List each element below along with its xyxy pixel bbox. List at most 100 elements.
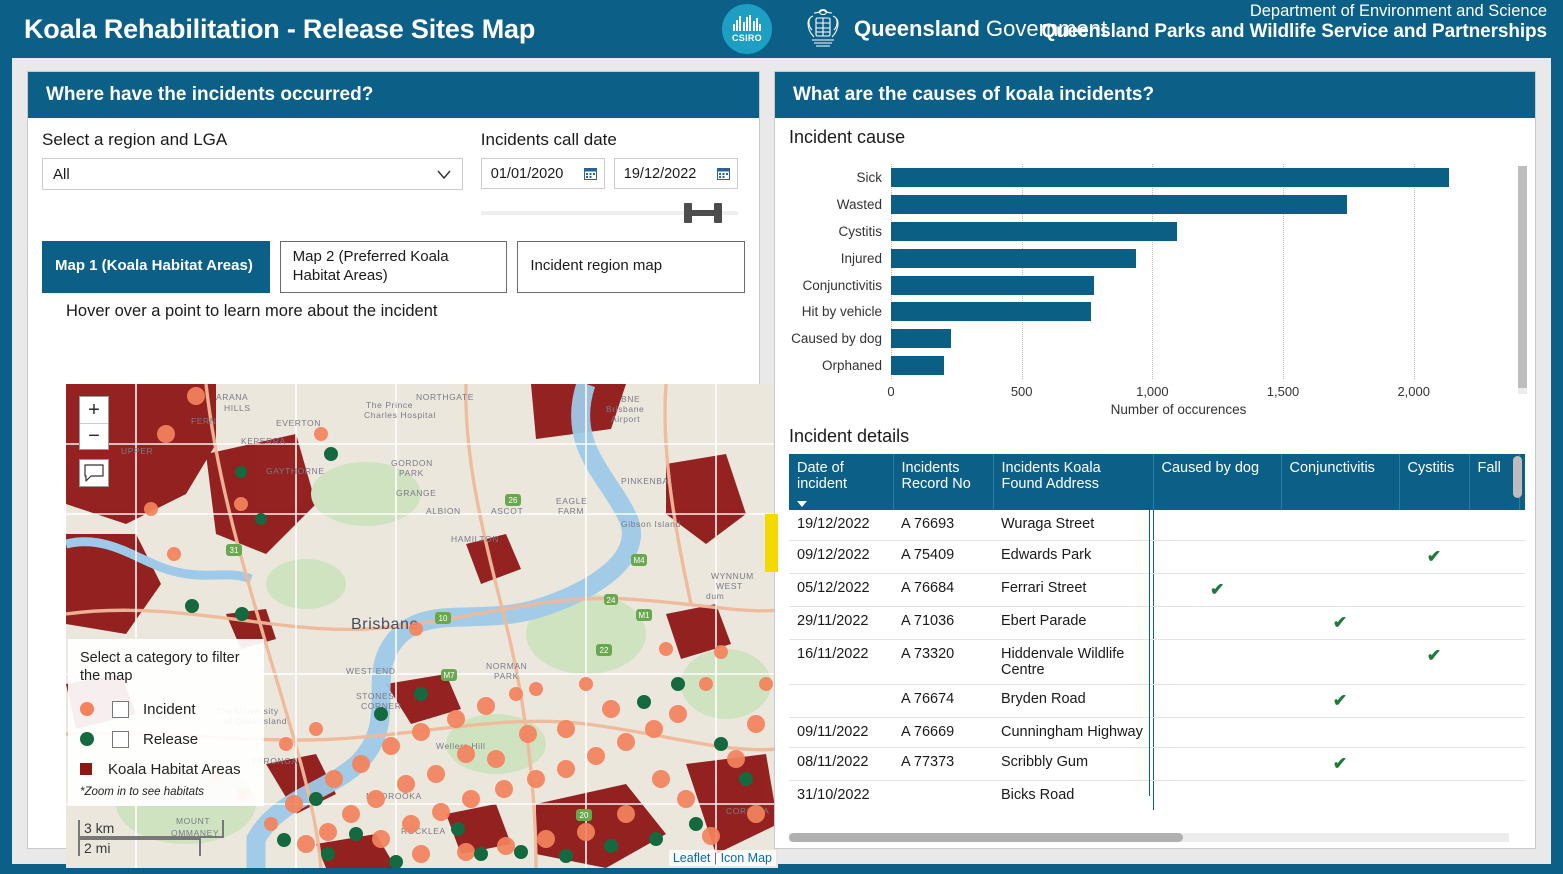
sort-descending-icon (797, 501, 807, 507)
icon-map-link[interactable]: Icon Map (721, 851, 772, 865)
table-cell-fall (1469, 573, 1519, 607)
chart-bar-row[interactable]: Cystitis (839, 218, 1466, 245)
table-cell-fall (1469, 747, 1519, 781)
chart-category-label: Conjunctivitis (802, 277, 882, 293)
table-row[interactable]: 29/11/2022 A 71036 Ebert Parade ✔ (789, 606, 1525, 640)
table-cell-address: Bicks Road (993, 780, 1153, 810)
table-row[interactable]: 09/12/2022 A 75409 Edwards Park ✔ (789, 540, 1525, 574)
causes-panel: What are the causes of koala incidents? … (774, 71, 1536, 849)
column-header-cystitis[interactable]: Cystitis (1399, 454, 1470, 510)
chart-bar-row[interactable]: Sick (856, 164, 1466, 191)
column-header-incidents-koala-found-address[interactable]: Incidents Koala Found Address (993, 454, 1154, 510)
department-name: Department of Environment and Science (1249, 2, 1547, 20)
svg-text:Airport: Airport (611, 414, 640, 424)
leaflet-link[interactable]: Leaflet (673, 851, 711, 865)
tab-map-2-preferred-koala-habitat-areas[interactable]: Map 2 (Preferred Koala Habitat Areas) (279, 241, 508, 293)
svg-text:EAGLE: EAGLE (556, 496, 587, 506)
table-cell-date: 09/12/2022 (789, 540, 893, 574)
date-end-input[interactable]: 19/12/2022 (613, 158, 738, 189)
svg-text:BNE: BNE (621, 394, 640, 404)
incident-cause-chart[interactable]: Sick Wasted Cystitis Injured Conjunctivitis H… (775, 156, 1535, 418)
table-cell-cyst (1399, 684, 1469, 718)
svg-text:KEPERRA: KEPERRA (241, 436, 286, 446)
table-row[interactable]: A 76674 Bryden Road ✔ (789, 684, 1525, 718)
region-lga-select[interactable]: All (42, 158, 463, 190)
calendar-icon[interactable] (583, 167, 597, 180)
map-zoom-controls[interactable]: + − (79, 396, 109, 450)
table-cell-date (789, 684, 893, 718)
incident-details-table[interactable]: Date of incident Incidents Record No Inc… (789, 454, 1525, 810)
legend-note: *Zoom in to see habitats (80, 786, 205, 798)
map-scroll-handle[interactable] (765, 514, 778, 572)
chart-bar[interactable] (891, 168, 1449, 187)
map-tooltip-toggle[interactable] (79, 459, 109, 487)
table-horizontal-scrollbar[interactable] (789, 833, 1509, 842)
zoom-in-button[interactable]: + (80, 397, 108, 423)
chevron-down-icon[interactable] (436, 167, 452, 183)
table-cell-dog (1152, 606, 1281, 640)
table-vertical-scrollbar[interactable] (1513, 456, 1522, 498)
causes-panel-heading: What are the causes of koala incidents? (775, 72, 1535, 118)
table-cell-address: Cunningham Highway (993, 717, 1153, 748)
legend-item-koala-habitat-areas: Koala Habitat Areas (80, 754, 252, 784)
column-header-conjunctivitis[interactable]: Conjunctivitis (1281, 454, 1400, 510)
map-legend[interactable]: Select a category to filter the map Inci… (68, 638, 264, 806)
chart-bar-row[interactable]: Caused by dog (791, 325, 1466, 352)
incident-map[interactable]: 26 10 M4 M7 M1 22 31 20 24 ARANA HILLS NO… (66, 384, 778, 868)
legend-item-incident[interactable]: Incident (80, 694, 252, 724)
incident-checkbox[interactable] (112, 700, 129, 718)
chart-bar[interactable] (891, 275, 1094, 295)
chart-bar[interactable] (891, 302, 1092, 322)
table-cell-dog (1152, 510, 1281, 541)
chart-category-label: Cystitis (838, 223, 883, 239)
column-header-caused-by-dog[interactable]: Caused by dog (1152, 454, 1282, 510)
svg-text:10: 10 (439, 614, 448, 623)
chart-bar-row[interactable]: Injured (841, 245, 1466, 272)
incident-details-table-wrap[interactable]: Date of incident Incidents Record No Inc… (789, 454, 1525, 810)
table-row[interactable]: 08/11/2022 A 77373 Scribbly Gum ✔ (789, 747, 1525, 781)
slider-handle[interactable] (683, 203, 722, 223)
table-row[interactable]: 05/12/2022 A 76684 Ferrari Street ✔ (789, 573, 1525, 607)
chart-bar[interactable] (891, 248, 1136, 268)
map-attribution[interactable]: Leaflet | Icon Map (668, 850, 776, 866)
column-header-date-of-incident[interactable]: Date of incident (789, 454, 894, 510)
chart-scrollbar[interactable] (1518, 166, 1527, 394)
date-start-input[interactable]: 01/01/2020 (480, 158, 605, 189)
table-row[interactable]: 16/11/2022 A 73320 Hiddenvale Wildlife Cen… (789, 639, 1525, 685)
chart-bar-row[interactable]: Wasted (837, 191, 1466, 218)
date-range-slider[interactable] (480, 203, 738, 223)
column-header-incidents-record-no[interactable]: Incidents Record No (893, 454, 994, 510)
tab-map-1-koala-habitat-areas[interactable]: Map 1 (Koala Habitat Areas) (42, 241, 270, 293)
svg-text:The Prince: The Prince (366, 400, 413, 410)
chart-bar-row[interactable]: Conjunctivitis (802, 272, 1466, 299)
chart-bar[interactable] (891, 194, 1347, 214)
legend-item-release[interactable]: Release (80, 724, 252, 754)
column-header-fall[interactable]: Fall (1469, 454, 1520, 510)
chart-bar[interactable] (891, 221, 1178, 241)
table-header-row: Date of incident Incidents Record No Inc… (789, 454, 1525, 510)
chart-bar-row[interactable]: Hit by vehicle (802, 298, 1466, 325)
svg-text:31: 31 (230, 546, 239, 555)
svg-text:22: 22 (600, 646, 609, 655)
calendar-icon[interactable] (716, 167, 730, 180)
table-cell-next (1519, 717, 1525, 748)
chart-bar-row[interactable]: Orphaned (822, 352, 1466, 379)
table-row[interactable]: 19/12/2022 A 76693 Wuraga Street (789, 510, 1525, 541)
svg-text:ARANA: ARANA (216, 392, 248, 402)
chart-bar[interactable] (891, 356, 944, 376)
table-cell-address: Ebert Parade (993, 606, 1153, 640)
chart-x-tick-label: 0 (887, 384, 895, 399)
tab-incident-region-map[interactable]: Incident region map (517, 241, 746, 293)
table-cell-date: 09/11/2022 (789, 717, 893, 748)
table-cell-next (1519, 540, 1525, 574)
svg-text:WYNNUM: WYNNUM (711, 571, 754, 581)
table-row[interactable]: 09/11/2022 A 76669 Cunningham Highway (789, 717, 1525, 748)
table-row[interactable]: 31/10/2022 Bicks Road (789, 780, 1525, 810)
chart-bar[interactable] (891, 329, 952, 349)
zoom-out-button[interactable]: − (80, 423, 108, 449)
table-cell-date: 31/10/2022 (789, 780, 893, 810)
table-cell-conj: ✔ (1281, 747, 1399, 781)
table-cell-dog (1152, 717, 1281, 748)
release-checkbox[interactable] (112, 730, 129, 748)
qld-coat-of-arms-icon (807, 8, 839, 47)
